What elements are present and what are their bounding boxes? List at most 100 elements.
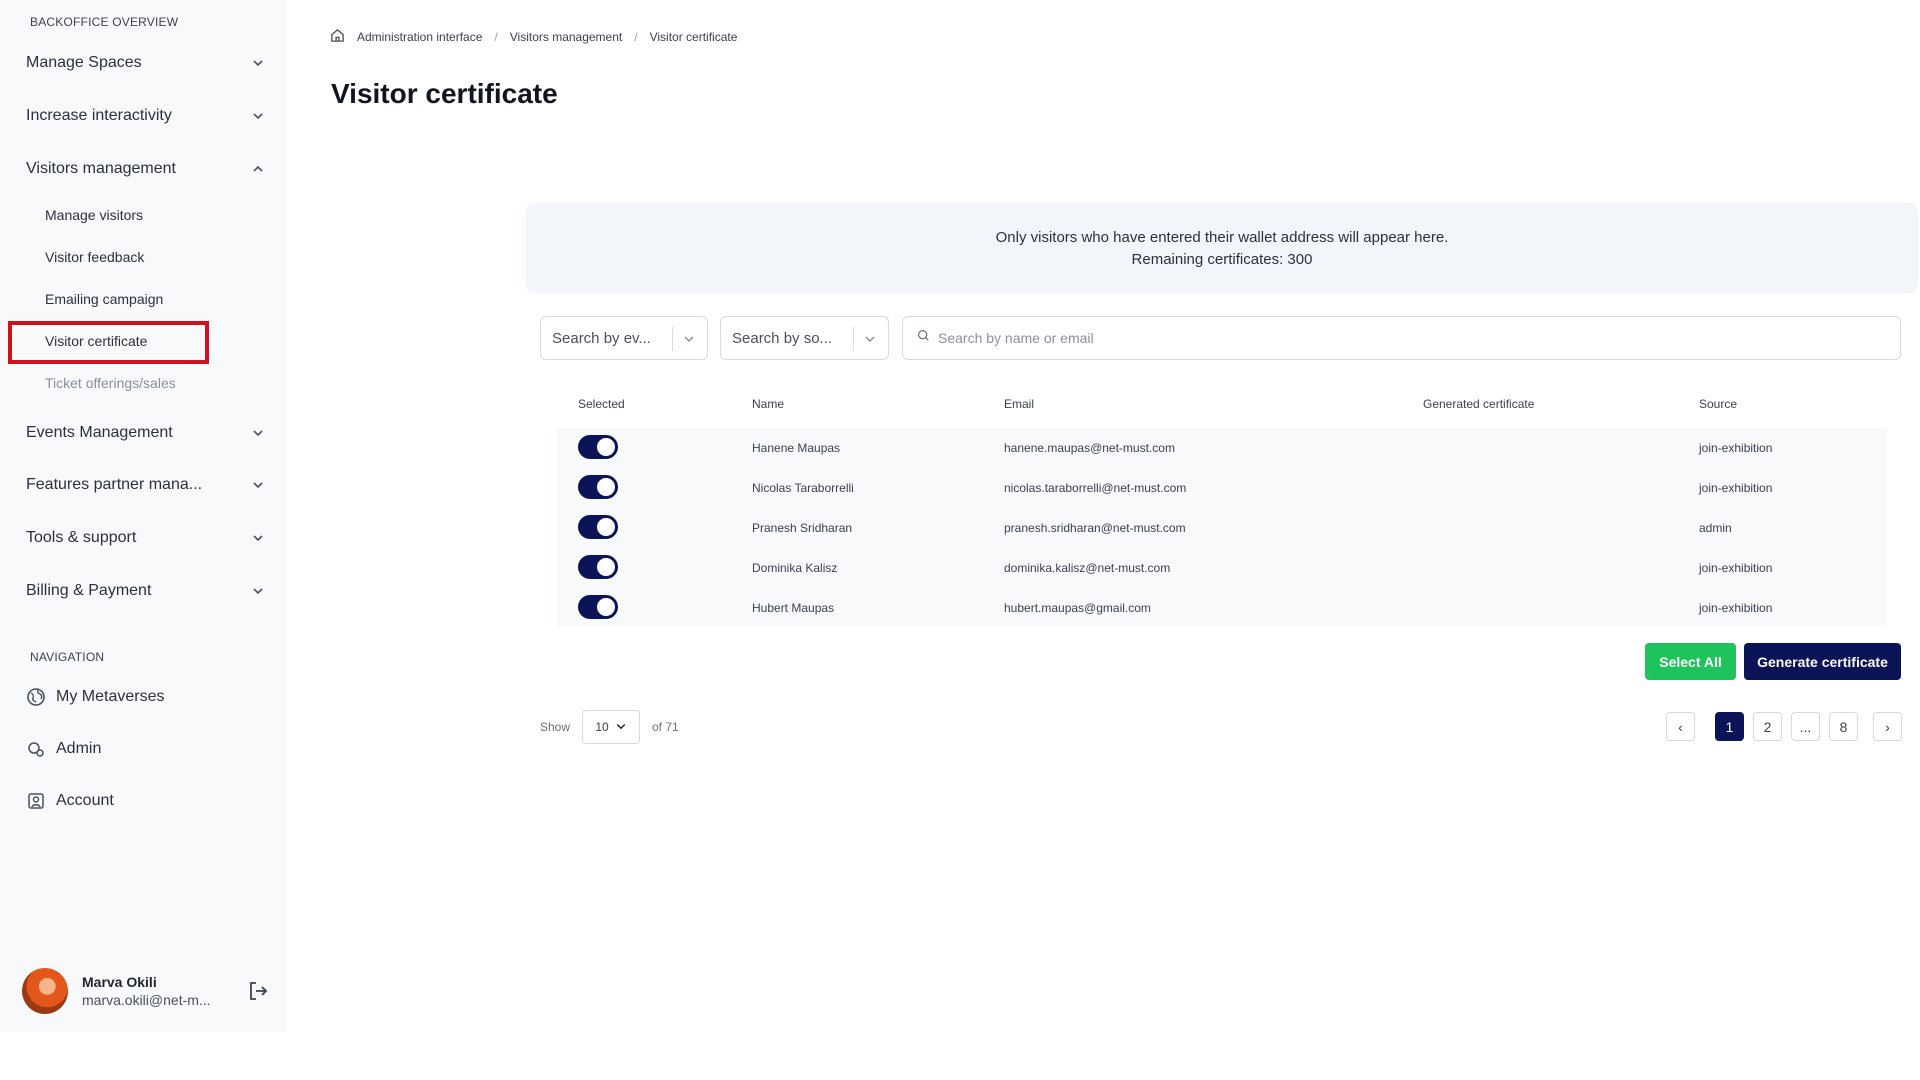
nav-group-events-management[interactable]: Events Management (26, 421, 266, 445)
page-title: Visitor certificate (331, 78, 558, 109)
selected-toggle[interactable] (578, 435, 618, 459)
logout-icon[interactable] (246, 979, 270, 1003)
total-count-label: of 71 (652, 720, 679, 734)
globe-icon (26, 687, 46, 707)
avatar[interactable] (22, 968, 68, 1014)
breadcrumb-separator: / (494, 30, 498, 44)
event-filter-select[interactable]: Search by ev... (540, 316, 708, 360)
table-row: Nicolas Taraborrelli nicolas.taraborrell… (557, 468, 1887, 508)
sidebar-item-visitor-feedback[interactable]: Visitor feedback (45, 249, 144, 265)
cell-name: Pranesh Sridharan (752, 521, 853, 535)
chevron-down-icon (250, 530, 266, 546)
cell-source: join-exhibition (1699, 481, 1773, 495)
toggle-knob (597, 438, 615, 456)
chevron-down-icon (250, 477, 266, 493)
chevron-down-icon (862, 331, 878, 347)
nav-group-label: Events Management (26, 424, 173, 441)
remaining-certificates: Remaining certificates: 300 (1131, 251, 1313, 268)
nav-group-label: Increase interactivity (26, 107, 172, 124)
chevron-down-icon (250, 425, 266, 441)
page-size-value: 10 (595, 720, 609, 734)
source-filter-select[interactable]: Search by so... (720, 316, 889, 360)
user-email: marva.okili@net-m... (82, 992, 211, 1008)
sidebar-item-ticket-offerings[interactable]: Ticket offerings/sales (45, 375, 176, 391)
cell-name: Hubert Maupas (752, 601, 835, 615)
generate-certificate-button[interactable]: Generate certificate (1744, 643, 1901, 680)
cell-name: Hanene Maupas (752, 441, 841, 455)
column-header-source: Source (1699, 397, 1738, 411)
nav-group-tools-support[interactable]: Tools & support (26, 526, 266, 550)
toggle-knob (597, 558, 615, 576)
event-filter-value: Search by ev... (552, 329, 651, 347)
visitors-table: Hanene Maupas hanene.maupas@net-must.com… (557, 428, 1887, 626)
search-field[interactable] (902, 316, 1901, 360)
chevron-down-icon (250, 583, 266, 599)
chevron-down-icon (615, 720, 627, 735)
user-profile: Marva Okili marva.okili@net-m... (22, 966, 272, 1016)
column-header-selected: Selected (578, 397, 625, 411)
nav-group-increase-interactivity[interactable]: Increase interactivity (26, 104, 266, 128)
sidebar: BACKOFFICE OVERVIEW Manage Spaces Increa… (0, 0, 286, 1032)
page-button-1[interactable]: 1 (1715, 712, 1744, 741)
chevron-down-icon (250, 55, 266, 71)
show-label: Show (540, 720, 571, 734)
chevron-up-icon (250, 161, 266, 177)
admin-icon (26, 739, 46, 759)
selected-toggle[interactable] (578, 475, 618, 499)
table-row: Dominika Kalisz dominika.kalisz@net-must… (557, 548, 1887, 588)
selected-toggle[interactable] (578, 555, 618, 579)
banner-text: Only visitors who have entered their wal… (995, 229, 1449, 246)
home-icon[interactable] (330, 28, 345, 46)
chevron-down-icon (250, 108, 266, 124)
nav-group-billing-payment[interactable]: Billing & Payment (26, 579, 266, 603)
selected-toggle[interactable] (578, 595, 618, 619)
sidebar-item-visitor-certificate[interactable]: Visitor certificate (45, 333, 147, 349)
account-icon (26, 791, 46, 811)
cell-name: Dominika Kalisz (752, 561, 838, 575)
page-button-8[interactable]: 8 (1829, 712, 1858, 741)
nav-group-manage-spaces[interactable]: Manage Spaces (26, 51, 266, 75)
select-divider (672, 327, 673, 351)
nav-group-label: Tools & support (26, 529, 137, 546)
user-info: Marva Okili marva.okili@net-m... (82, 974, 222, 1008)
info-banner: Only visitors who have entered their wal… (526, 203, 1918, 293)
search-icon (917, 329, 930, 347)
nav-link-my-metaverses[interactable]: My Metaverses (26, 687, 164, 707)
select-all-button[interactable]: Select All (1645, 643, 1736, 680)
next-page-button[interactable]: › (1873, 712, 1902, 741)
toggle-knob (597, 598, 615, 616)
backoffice-overview-title: BACKOFFICE OVERVIEW (30, 15, 179, 29)
column-header-generated-certificate: Generated certificate (1423, 397, 1535, 411)
cell-source: join-exhibition (1699, 441, 1773, 455)
prev-page-button[interactable]: ‹ (1666, 712, 1695, 741)
nav-group-features-partner[interactable]: Features partner mana... (26, 473, 266, 497)
breadcrumb-item-admin-interface[interactable]: Administration interface (357, 30, 482, 44)
page-size-select[interactable]: 10 (582, 710, 640, 744)
column-header-name: Name (752, 397, 785, 411)
cell-email: pranesh.sridharan@net-must.com (1004, 521, 1186, 535)
cell-email: hubert.maupas@gmail.com (1004, 601, 1151, 615)
breadcrumb-item-visitor-certificate: Visitor certificate (649, 30, 738, 44)
page-ellipsis: ... (1791, 712, 1820, 741)
selected-toggle[interactable] (578, 515, 618, 539)
navigation-title: NAVIGATION (30, 650, 105, 664)
nav-group-label: Billing & Payment (26, 582, 152, 599)
sidebar-item-manage-visitors[interactable]: Manage visitors (45, 207, 143, 223)
page-button-2[interactable]: 2 (1753, 712, 1782, 741)
breadcrumb-item-visitors-management[interactable]: Visitors management (510, 30, 623, 44)
nav-group-label: Manage Spaces (26, 54, 142, 71)
search-input[interactable] (938, 330, 1838, 346)
user-name: Marva Okili (82, 974, 157, 990)
cell-email: hanene.maupas@net-must.com (1004, 441, 1175, 455)
nav-group-visitors-management[interactable]: Visitors management (26, 157, 266, 181)
nav-link-admin[interactable]: Admin (26, 739, 101, 759)
nav-group-label: Visitors management (26, 160, 176, 177)
nav-group-label: Features partner mana... (26, 476, 203, 493)
sidebar-item-emailing-campaign[interactable]: Emailing campaign (45, 291, 163, 307)
toggle-knob (597, 478, 615, 496)
select-divider (853, 327, 854, 351)
breadcrumb: Administration interface / Visitors mana… (330, 28, 737, 46)
table-row: Hanene Maupas hanene.maupas@net-must.com… (557, 428, 1887, 468)
nav-link-label: Account (56, 792, 114, 809)
nav-link-account[interactable]: Account (26, 791, 114, 811)
